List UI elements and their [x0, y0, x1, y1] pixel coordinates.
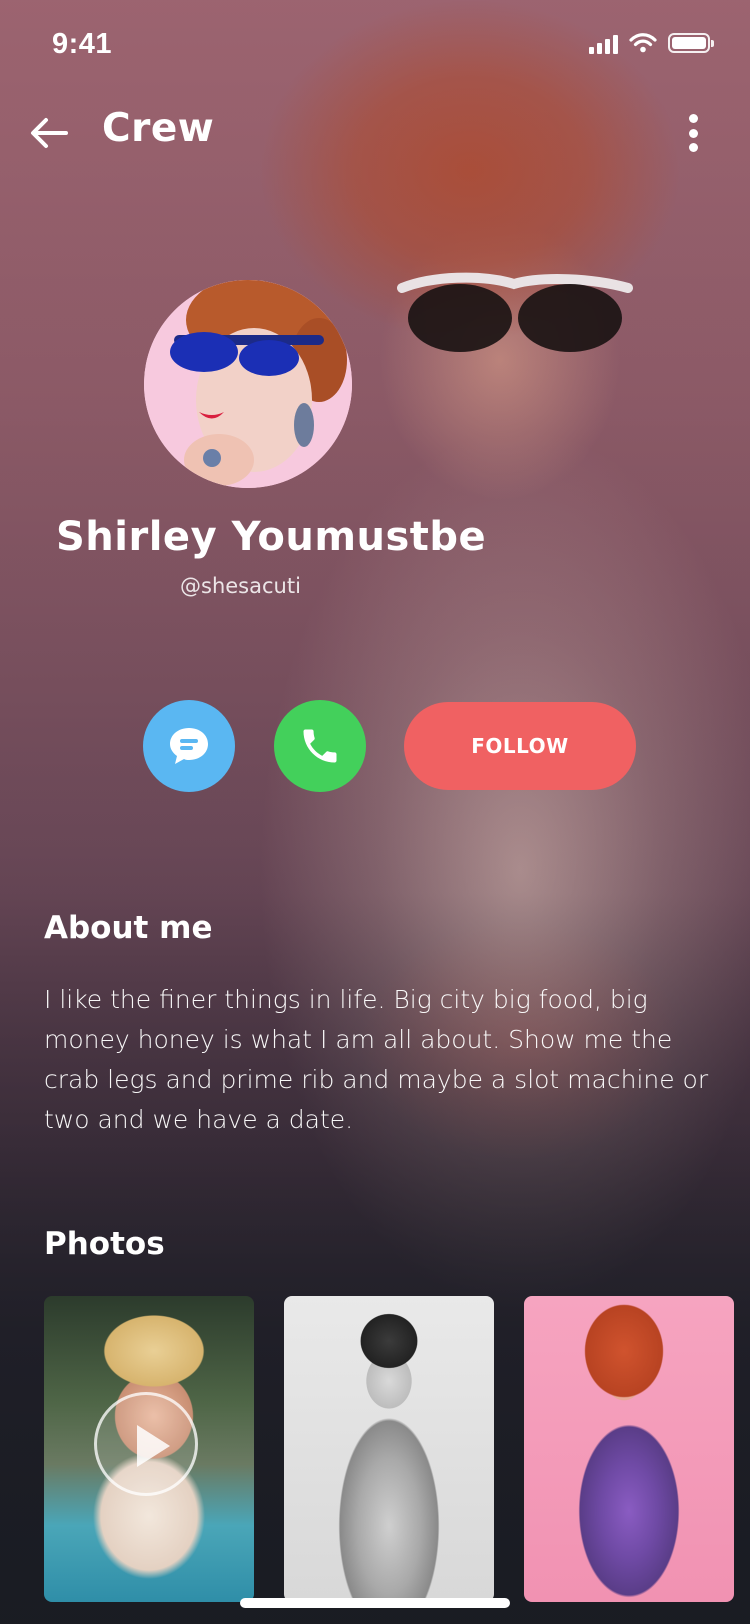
call-button[interactable] [274, 700, 366, 792]
cellular-signal-icon [589, 32, 618, 54]
status-time: 9:41 [52, 28, 113, 60]
about-heading: About me [44, 910, 213, 946]
page-title: Crew [102, 106, 215, 151]
chat-bubble-icon [170, 728, 208, 764]
photo-thumbnail[interactable] [284, 1296, 494, 1602]
message-button[interactable] [143, 700, 235, 792]
phone-icon [303, 729, 337, 763]
avatar [144, 280, 352, 488]
profile-name: Shirley Youmustbe [56, 514, 487, 560]
photo-thumbnail[interactable] [524, 1296, 734, 1602]
top-navigation: Crew [0, 90, 750, 176]
profile-screen: 9:41 Crew Shirley Youmustbe @shesacuti F… [0, 0, 750, 1624]
avatar-portrait [144, 280, 352, 488]
status-bar: 9:41 [0, 0, 750, 90]
photos-heading: Photos [44, 1226, 165, 1262]
profile-handle: @shesacuti [180, 574, 301, 598]
background-sunglasses [397, 272, 633, 352]
photo-thumbnail-video[interactable] [44, 1296, 254, 1602]
battery-icon [668, 33, 714, 53]
play-icon[interactable] [94, 1392, 198, 1496]
home-indicator[interactable] [240, 1598, 510, 1608]
status-icons [589, 30, 714, 56]
wifi-icon [629, 33, 657, 53]
more-vertical-icon[interactable] [678, 110, 708, 156]
arrow-left-icon[interactable] [26, 110, 72, 156]
follow-button[interactable]: FOLLOW [404, 702, 636, 790]
about-text: I like the finer things in life. Big cit… [44, 985, 709, 1134]
